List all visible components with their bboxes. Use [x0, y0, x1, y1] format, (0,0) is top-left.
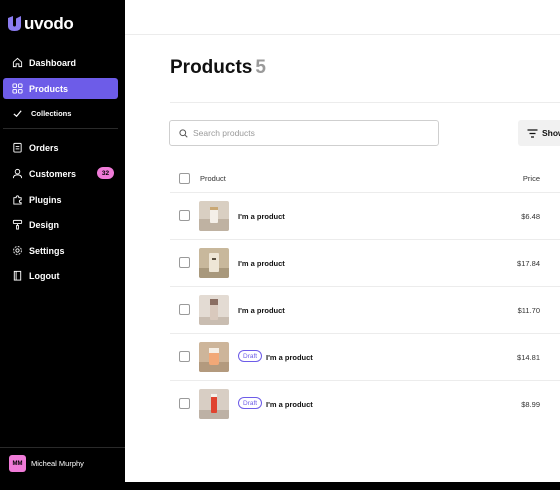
product-thumbnail — [199, 201, 229, 231]
sidebar: uvodo Dashboard Products Collections Ord… — [0, 0, 125, 490]
sidebar-item-plugins[interactable]: Plugins — [3, 189, 118, 210]
home-icon — [12, 57, 23, 68]
column-header-product[interactable]: Product — [200, 174, 226, 183]
product-price: $6.48 — [521, 212, 540, 221]
table-row[interactable]: Draft I'm a product $8.99 — [125, 380, 560, 426]
product-price: $14.81 — [517, 353, 540, 362]
header-divider — [170, 102, 560, 103]
clipboard-icon — [12, 142, 23, 153]
sidebar-item-label: Customers — [29, 168, 77, 179]
customers-count-badge: 32 — [97, 167, 114, 179]
product-thumbnail — [199, 342, 229, 372]
sidebar-item-label: Dashboard — [29, 57, 77, 68]
page-title-text: Products — [170, 57, 253, 78]
filter-icon — [527, 128, 538, 138]
check-icon — [12, 108, 23, 119]
product-thumbnail — [199, 248, 229, 278]
product-name[interactable]: I'm a product — [238, 306, 285, 315]
product-name[interactable]: I'm a product — [266, 400, 313, 409]
product-price: $11.70 — [517, 306, 540, 315]
sidebar-item-dashboard[interactable]: Dashboard — [3, 52, 118, 73]
sidebar-divider — [3, 128, 118, 129]
sidebar-item-label: Logout — [29, 270, 60, 281]
sidebar-item-logout[interactable]: Logout — [3, 265, 118, 286]
sidebar-item-label: Orders — [29, 142, 59, 153]
search-icon — [179, 128, 188, 138]
topbar-divider — [125, 34, 560, 35]
sidebar-item-label: Settings — [29, 245, 65, 256]
user-divider — [0, 447, 125, 448]
brand-logo[interactable]: uvodo — [8, 14, 74, 34]
sidebar-item-label: Design — [29, 219, 60, 230]
column-header-price[interactable]: Price — [523, 174, 540, 183]
brand-name: uvodo — [24, 14, 74, 33]
product-price: $8.99 — [521, 400, 540, 409]
product-count: 5 — [255, 57, 266, 78]
table-row[interactable]: I'm a product $17.84 — [125, 239, 560, 285]
sidebar-item-label: Products — [29, 83, 69, 94]
product-thumbnail — [199, 389, 229, 419]
product-thumbnail — [199, 295, 229, 325]
user-profile[interactable]: MM Micheal Murphy — [9, 455, 84, 472]
page-title: Products 5 — [170, 57, 266, 79]
sidebar-item-label: Collections — [31, 109, 72, 118]
gear-icon — [12, 245, 23, 256]
sidebar-item-customers[interactable]: Customers 32 — [3, 163, 118, 184]
table-row[interactable]: I'm a product $6.48 — [125, 192, 560, 238]
sidebar-item-design[interactable]: Design — [3, 214, 118, 235]
show-button-label: Show — [542, 128, 560, 138]
product-name[interactable]: I'm a product — [238, 212, 285, 221]
avatar: MM — [9, 455, 26, 472]
sidebar-item-settings[interactable]: Settings — [3, 240, 118, 261]
row-checkbox[interactable] — [179, 304, 190, 315]
sidebar-item-products[interactable]: Products — [3, 78, 118, 99]
sidebar-item-collections[interactable]: Collections — [3, 103, 118, 124]
paint-roller-icon — [12, 219, 23, 230]
draft-badge: Draft — [238, 397, 263, 409]
product-name[interactable]: I'm a product — [266, 353, 313, 362]
product-price: $17.84 — [517, 259, 540, 268]
main-content: Products5 Show Product Price I'm a produ… — [125, 0, 560, 482]
row-checkbox[interactable] — [179, 351, 190, 362]
logo-mark-icon — [8, 16, 21, 31]
search-input[interactable] — [193, 128, 413, 138]
search-box[interactable] — [169, 120, 439, 146]
table-row[interactable]: I'm a product $11.70 — [125, 286, 560, 332]
user-name: Micheal Murphy — [31, 459, 84, 468]
product-name[interactable]: I'm a product — [238, 259, 285, 268]
grid-icon — [12, 83, 23, 94]
sidebar-item-label: Plugins — [29, 194, 62, 205]
puzzle-icon — [12, 194, 23, 205]
select-all-checkbox[interactable] — [179, 173, 190, 184]
user-icon — [12, 168, 23, 179]
table-row[interactable]: Draft I'm a product $14.81 — [125, 333, 560, 379]
logout-icon — [12, 270, 23, 281]
draft-badge: Draft — [238, 350, 263, 362]
sidebar-item-orders[interactable]: Orders — [3, 137, 118, 158]
row-checkbox[interactable] — [179, 210, 190, 221]
row-checkbox[interactable] — [179, 398, 190, 409]
show-filter-button[interactable]: Show — [518, 120, 560, 146]
row-checkbox[interactable] — [179, 257, 190, 268]
